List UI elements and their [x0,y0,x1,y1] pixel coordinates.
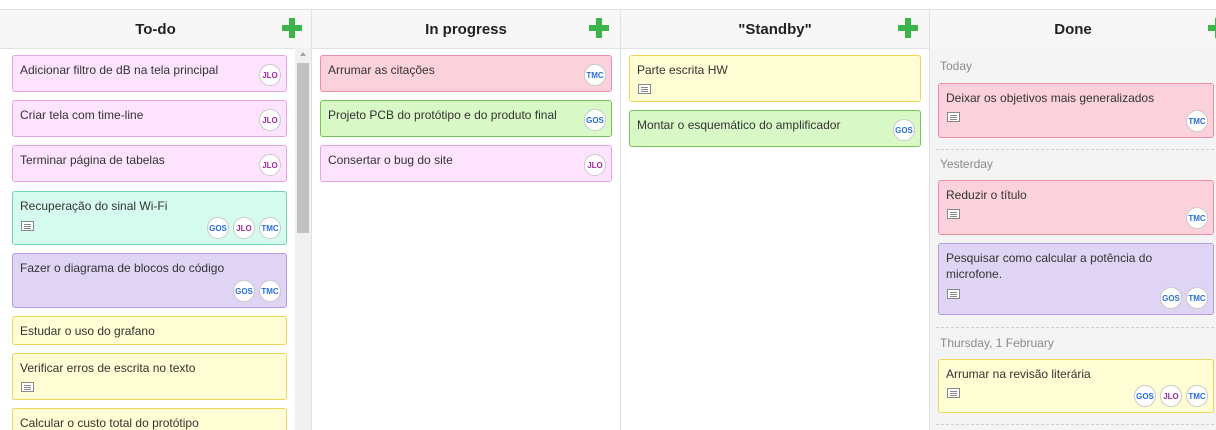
description-icon [21,382,34,392]
avatar-gos: GOS [893,119,915,141]
date-group-label: Today [940,59,973,73]
card-title: Estudar o uso do grafano [20,324,155,338]
card-todo-3[interactable]: Terminar página de tabelas JLO [12,145,287,182]
card-inprogress-2[interactable]: Projeto PCB do protótipo e do produto fi… [320,100,612,137]
card-inprogress-3[interactable]: Consertar o bug do site JLO [320,145,612,182]
card-done-3[interactable]: Pesquisar como calcular a potência do mi… [938,243,1214,315]
card-title: Deixar os objetivos mais generalizados [946,91,1155,105]
card-standby-2[interactable]: Montar o esquemático do amplificador GOS [629,110,921,147]
avatar-tmc: TMC [584,64,606,86]
description-icon [947,209,960,219]
group-divider [936,149,1214,150]
avatar-gos: GOS [1134,385,1156,407]
card-title: Fazer o diagrama de blocos do código [20,261,225,275]
avatar-jlo: JLO [233,217,255,239]
kanban-board: To-do In progress "Standby" Done Adicion… [0,0,1216,430]
card-standby-1[interactable]: Parte escrita HW [629,55,921,102]
avatar-tmc: TMC [1186,207,1208,229]
description-icon [947,289,960,299]
card-title: Criar tela com time-line [20,108,144,122]
avatar-tmc: TMC [259,217,281,239]
date-group-label: Yesterday [940,157,993,171]
add-card-standby-icon[interactable] [898,18,918,38]
add-card-inprogress-icon[interactable] [589,18,609,38]
card-inprogress-1[interactable]: Arrumar as citações TMC [320,55,612,92]
card-done-4[interactable]: Arrumar na revisão literária GOS JLO TMC [938,359,1214,413]
column-done: Today Deixar os objetivos mais generaliz… [930,48,1216,430]
card-title: Reduzir o título [946,188,1027,202]
group-divider [936,327,1214,328]
column-title-done: Done [1054,20,1092,38]
description-icon [21,221,34,231]
column-title-inprogress: In progress [425,20,507,38]
card-todo-7[interactable]: Verificar erros de escrita no texto [12,353,287,400]
avatar-jlo: JLO [259,154,281,176]
card-title: Recuperação do sinal Wi-Fi [20,199,168,213]
card-todo-5[interactable]: Fazer o diagrama de blocos do código GOS… [12,253,287,308]
scroll-up-arrow-icon[interactable] [300,52,306,56]
avatar-jlo: JLO [584,154,606,176]
card-title: Calcular o custo total do protótipo [20,416,199,430]
description-icon [638,84,651,94]
avatar-gos: GOS [207,217,229,239]
date-group-label: Thursday, 1 February [940,336,1054,350]
card-title: Parte escrita HW [637,63,728,77]
avatar-gos: GOS [1160,287,1182,309]
card-title: Adicionar filtro de dB na tela principal [20,63,219,77]
column-title-standby: "Standby" [738,20,812,38]
card-title: Montar o esquemático do amplificador [637,118,841,132]
card-title: Terminar página de tabelas [20,153,165,167]
avatar-tmc: TMC [1186,287,1208,309]
column-header-done: Done [930,10,1216,48]
card-done-2[interactable]: Reduzir o título TMC [938,180,1214,235]
card-todo-1[interactable]: Adicionar filtro de dB na tela principal… [12,55,287,92]
avatar-gos: GOS [233,280,255,302]
card-title: Pesquisar como calcular a potência do mi… [946,251,1153,281]
card-title: Verificar erros de escrita no texto [20,361,196,375]
avatar-tmc: TMC [1186,110,1208,132]
avatar-jlo: JLO [259,64,281,86]
todo-scrollbar[interactable] [295,48,311,430]
avatar-gos: GOS [584,109,606,131]
avatar-jlo: JLO [1160,385,1182,407]
column-standby: Parte escrita HW Montar o esquemático do… [621,48,930,430]
column-header-inprogress: In progress [312,10,621,48]
card-done-1[interactable]: Deixar os objetivos mais generalizados T… [938,83,1214,138]
card-title: Arrumar as citações [328,63,435,77]
avatar-tmc: TMC [1186,385,1208,407]
card-todo-6[interactable]: Estudar o uso do grafano [12,316,287,345]
column-inprogress: Arrumar as citações TMC Projeto PCB do p… [312,48,621,430]
avatar-tmc: TMC [259,280,281,302]
column-todo: Adicionar filtro de dB na tela principal… [0,48,312,430]
card-todo-4[interactable]: Recuperação do sinal Wi-Fi GOS JLO TMC [12,191,287,245]
column-header-standby: "Standby" [621,10,930,48]
card-todo-8[interactable]: Calcular o custo total do protótipo [12,408,287,430]
scrollbar-thumb[interactable] [297,63,309,233]
card-todo-2[interactable]: Criar tela com time-line JLO [12,100,287,137]
description-icon [947,388,960,398]
add-card-todo-icon[interactable] [282,18,302,38]
column-header-row: To-do In progress "Standby" Done [0,9,1216,49]
group-divider [936,424,1214,425]
card-title: Projeto PCB do protótipo e do produto fi… [328,108,557,122]
column-header-todo: To-do [0,10,312,48]
description-icon [947,112,960,122]
card-title: Arrumar na revisão literária [946,367,1091,381]
avatar-jlo: JLO [259,109,281,131]
card-title: Consertar o bug do site [328,153,453,167]
add-card-done-icon[interactable] [1208,18,1216,38]
column-title-todo: To-do [135,20,176,38]
